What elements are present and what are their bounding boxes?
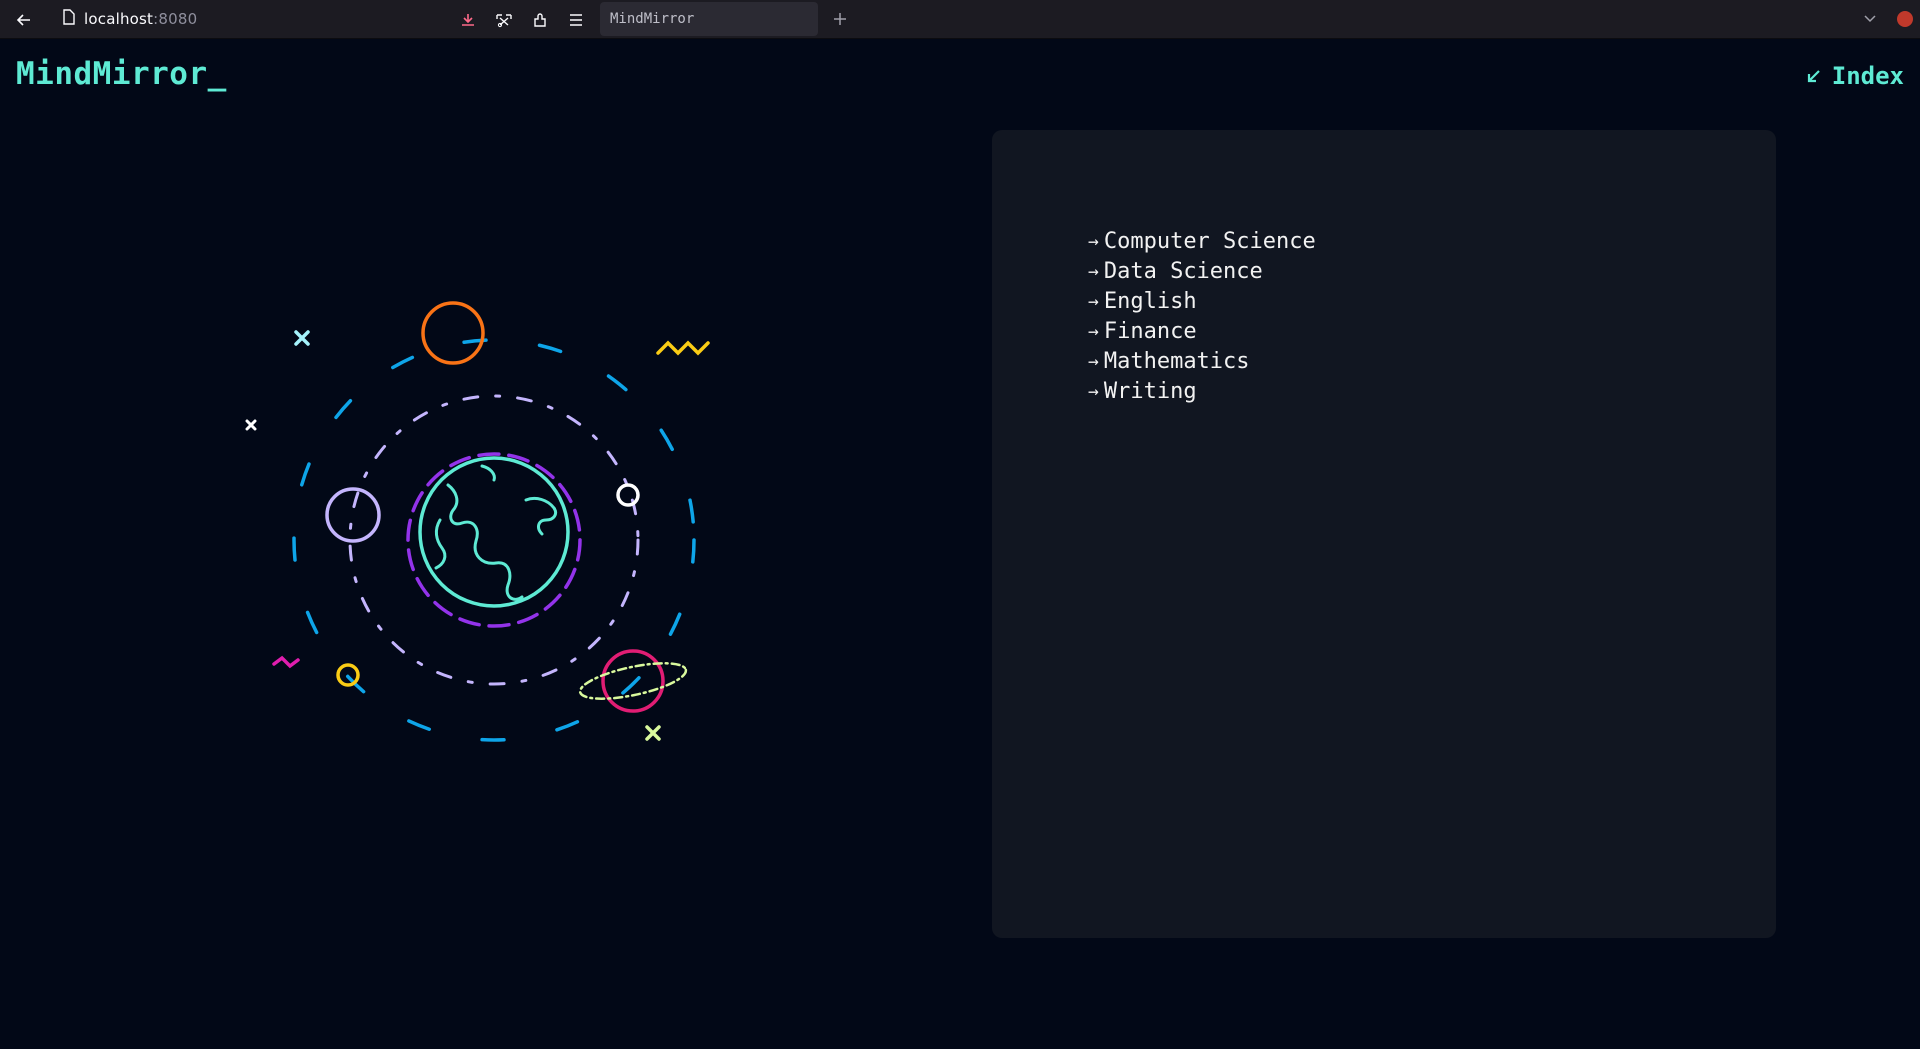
site-logo[interactable]: MindMirror_ [16, 56, 227, 92]
arrow-right-icon: → [1088, 230, 1099, 252]
topic-label: Mathematics [1103, 348, 1250, 374]
middle-orbit [348, 394, 640, 686]
arrow-right-icon: → [1088, 290, 1099, 312]
topic-label: Finance [1103, 318, 1197, 344]
orange-planet [421, 301, 485, 365]
new-tab-icon[interactable] [828, 7, 852, 31]
cyan-cross [294, 330, 310, 346]
topic-label: English [1103, 288, 1197, 314]
download-icon[interactable] [456, 8, 480, 32]
white-cross [245, 419, 257, 431]
topic-label: Computer Science [1103, 228, 1316, 254]
ringed-planet [578, 649, 688, 713]
extensions-icon[interactable] [528, 8, 552, 32]
arrow-right-icon: → [1088, 320, 1099, 342]
arrow-down-left-icon [1806, 62, 1822, 90]
page-icon [62, 9, 76, 29]
topic-label: Data Science [1103, 258, 1263, 284]
url-text: localhost:8080 [84, 10, 198, 28]
screenshot-icon[interactable] [492, 8, 516, 32]
list-tabs-icon[interactable] [1858, 7, 1882, 31]
close-window-icon[interactable] [1897, 11, 1913, 27]
index-label: Index [1831, 62, 1904, 90]
arrow-right-icon: → [1088, 260, 1099, 282]
index-link[interactable]: Index [1806, 62, 1904, 90]
menu-icon[interactable] [564, 8, 588, 32]
browser-toolbar: localhost:8080 MindMirror [0, 0, 1920, 39]
earth-icon [418, 456, 570, 608]
topic-link-english[interactable]: → English [1088, 286, 1316, 316]
tab-mindmirror[interactable]: MindMirror [600, 2, 818, 36]
topic-link-computer-science[interactable]: → Computer Science [1088, 226, 1316, 256]
topic-link-finance[interactable]: → Finance [1088, 316, 1316, 346]
url-bar[interactable]: localhost:8080 [62, 6, 197, 32]
topic-link-writing[interactable]: → Writing [1088, 376, 1316, 406]
space-illustration [245, 301, 710, 742]
yellow-zigzag [656, 340, 710, 356]
lime-cross [645, 725, 661, 741]
arrow-right-icon: → [1088, 350, 1099, 372]
topic-link-mathematics[interactable]: → Mathematics [1088, 346, 1316, 376]
lavender-planet [325, 487, 381, 543]
back-arrow-icon[interactable] [12, 8, 36, 32]
pink-zigzag [272, 655, 300, 669]
topics-panel: → Computer Science → Data Science → English… [992, 130, 1776, 938]
topic-link-data-science[interactable]: → Data Science [1088, 256, 1316, 286]
arrow-right-icon: → [1088, 380, 1099, 402]
white-moon [616, 483, 640, 507]
topic-label: Writing [1103, 378, 1197, 404]
tab-title: MindMirror [610, 11, 695, 27]
topics-list: → Computer Science → Data Science → English… [1088, 226, 1316, 406]
